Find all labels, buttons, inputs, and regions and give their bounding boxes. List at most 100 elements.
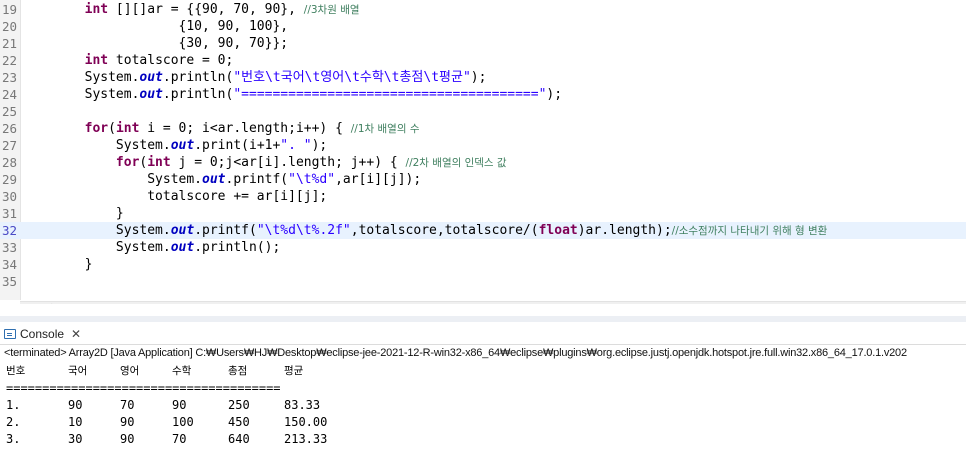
console-icon (4, 329, 16, 339)
line-number: 21 (2, 36, 18, 51)
code-line[interactable]: 30 totalscore += ar[i][j]; (0, 188, 966, 205)
code-line[interactable]: 28 for(int j = 0;j<ar[i].length; j++) { … (0, 154, 966, 171)
output-cell: 90 (68, 398, 83, 412)
code-line[interactable]: 33 System.out.println(); (0, 239, 966, 256)
code-token: System. (22, 240, 171, 255)
output-header-row: 번호 국어 영어 수학 총점 평균 (6, 363, 966, 380)
code-text[interactable]: int totalscore = 0; (22, 52, 234, 69)
code-text[interactable]: System.out.println("====================… (22, 86, 562, 103)
code-text[interactable]: } (22, 205, 124, 222)
code-line[interactable]: 35 (0, 273, 966, 290)
code-token: System. (22, 70, 140, 85)
code-line[interactable]: 27 System.out.print(i+1+". "); (0, 137, 966, 154)
output-cell: 70 (172, 432, 187, 446)
line-number: 19 (2, 2, 18, 17)
code-token: )ar.length); (577, 223, 672, 238)
output-cell: 90 (172, 398, 187, 412)
code-token: ,totalscore,totalscore/( (350, 223, 539, 238)
code-text[interactable]: {10, 90, 100}, (22, 18, 289, 35)
code-line[interactable]: 24 System.out.println("=================… (0, 86, 966, 103)
console-output[interactable]: 번호 국어 영어 수학 총점 평균 ===========================… (6, 363, 966, 448)
code-text[interactable]: System.out.print(i+1+". "); (22, 137, 327, 154)
code-token: out (170, 240, 195, 255)
code-line[interactable]: 23 System.out.println("번호\t국어\t영어\t수학\t총… (0, 69, 966, 86)
code-line[interactable]: 22 int totalscore = 0; (0, 52, 966, 69)
code-token: [][]ar = {{90, 70, 90}, (108, 2, 304, 17)
line-number: 35 (2, 274, 18, 289)
code-line[interactable]: 21 {30, 90, 70}}; (0, 35, 966, 52)
output-row: 2. 10 90 100 450 150.00 (6, 414, 966, 431)
code-text[interactable]: System.out.printf("\t%d\t%.2f",totalscor… (22, 222, 827, 240)
code-token: ". " (280, 138, 312, 153)
terminated-status: <terminated> Array2D [Java Application] … (4, 347, 907, 359)
output-cell: 90 (120, 432, 135, 446)
tab-console[interactable]: Console ✕ (4, 325, 81, 343)
scroll-left-icon[interactable]: < (44, 300, 53, 304)
output-separator-row: ====================================== (6, 380, 966, 397)
output-cell: 150.00 (284, 415, 328, 429)
code-token: float (538, 223, 578, 238)
code-token: } (22, 257, 93, 272)
code-text[interactable]: {30, 90, 70}}; (22, 35, 289, 52)
close-icon[interactable]: ✕ (71, 327, 81, 341)
code-token: System. (22, 223, 171, 238)
code-token: //3차원 배열 (303, 4, 360, 16)
output-separator: ====================================== (6, 381, 281, 395)
code-text[interactable]: } (22, 256, 93, 273)
code-token: .printf( (225, 172, 289, 187)
line-number: 25 (2, 104, 18, 119)
code-token: "\t%d\t%.2f" (256, 223, 351, 238)
code-text[interactable]: System.out.println("번호\t국어\t영어\t수학\t총점\t… (22, 69, 487, 86)
code-editor[interactable]: 19 int [][]ar = {{90, 70, 90}, //3차원 배열 2… (0, 0, 966, 304)
output-header-cell: 평균 (284, 365, 304, 377)
line-number: 20 (2, 19, 18, 34)
code-token: ); (546, 87, 563, 102)
code-token: out (202, 172, 226, 187)
output-row: 3. 30 90 70 640 213.33 (6, 431, 966, 448)
code-line[interactable]: 32 System.out.printf("\t%d\t%.2f",totals… (0, 222, 966, 239)
output-cell: 213.33 (284, 432, 328, 446)
code-text[interactable]: for(int j = 0;j<ar[i].length; j++) { //2… (22, 154, 507, 172)
code-line[interactable]: 25 (0, 103, 966, 120)
code-token: "\t%d" (288, 172, 336, 187)
code-token: for (84, 121, 109, 136)
output-cell: 2. (6, 415, 21, 429)
output-header-cell: 국어 (68, 365, 88, 377)
code-text[interactable]: System.out.println(); (22, 239, 280, 256)
code-text[interactable]: for(int i = 0; i<ar.length;i++) { //1차 배… (22, 120, 420, 138)
code-text[interactable]: int [][]ar = {{90, 70, 90}, //3차원 배열 (22, 1, 360, 19)
code-token: int (84, 2, 109, 17)
line-number: 29 (2, 172, 18, 187)
code-token: .println(); (194, 240, 281, 255)
code-line[interactable]: 29 System.out.printf("\t%d",ar[i][j]); (0, 171, 966, 188)
code-line[interactable]: 31 } (0, 205, 966, 222)
output-cell: 100 (172, 415, 194, 429)
line-number: 23 (2, 70, 18, 85)
code-text[interactable]: System.out.printf("\t%d",ar[i][j]); (22, 171, 421, 188)
output-cell: 1. (6, 398, 21, 412)
code-token: ); (311, 138, 328, 153)
output-cell: 10 (68, 415, 83, 429)
output-cell: 90 (120, 415, 135, 429)
output-cell: 250 (228, 398, 250, 412)
code-token: .println( (162, 70, 234, 85)
line-number: 26 (2, 121, 18, 136)
code-token: .print(i+1+ (194, 138, 281, 153)
line-number: 24 (2, 87, 18, 102)
code-text[interactable]: totalscore += ar[i][j]; (22, 188, 327, 205)
code-line[interactable]: 19 int [][]ar = {{90, 70, 90}, //3차원 배열 (0, 1, 966, 18)
horizontal-scrollbar[interactable]: < (20, 300, 966, 304)
code-token: int (147, 155, 171, 170)
code-token: out (170, 138, 195, 153)
code-line[interactable]: 20 {10, 90, 100}, (0, 18, 966, 35)
output-cell: 640 (228, 432, 250, 446)
console-tab-label: Console (20, 327, 65, 341)
code-line[interactable]: 34 } (0, 256, 966, 273)
code-line[interactable]: 26 for(int i = 0; i<ar.length;i++) { //1… (0, 120, 966, 137)
output-header-cell: 번호 (6, 365, 26, 377)
code-token: out (170, 223, 195, 238)
